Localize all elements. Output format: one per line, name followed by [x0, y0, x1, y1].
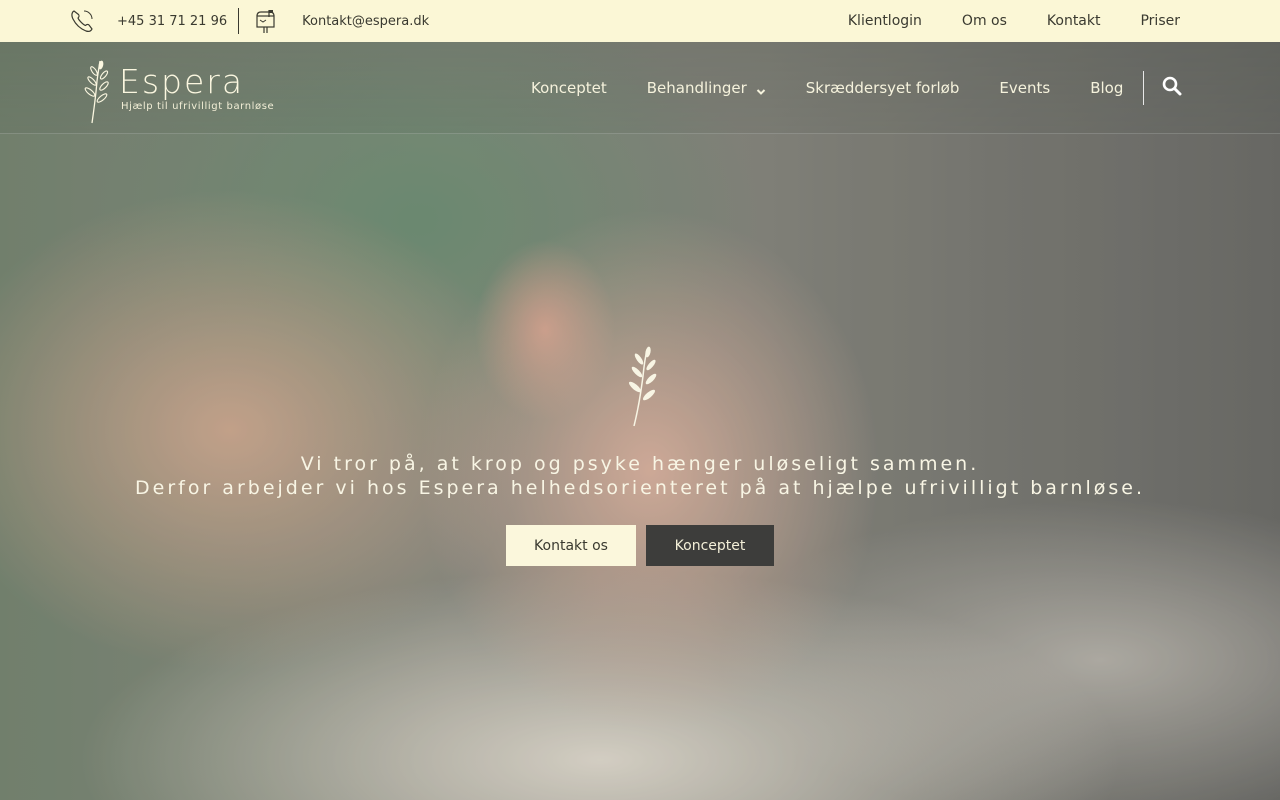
nav-divider [1143, 71, 1145, 105]
link-priser[interactable]: Priser [1140, 13, 1180, 29]
phone-icon [68, 7, 96, 35]
hero-text-line-1: Vi tror på, at krop og psyke hænger uløs… [300, 453, 980, 475]
brand-name: Espera [119, 62, 245, 101]
brand-tagline: Hjælp til ufrivilligt barnløse [121, 101, 275, 112]
link-om-os[interactable]: Om os [962, 13, 1007, 29]
contact-info: +45 31 71 21 96 Kontakt@espera.dk [68, 0, 429, 42]
search-icon [1162, 76, 1182, 100]
nav-item-behandlinger-label: Behandlinger [646, 79, 747, 97]
nav-item-behandlinger[interactable]: Behandlinger [647, 79, 766, 97]
nav-item-blog[interactable]: Blog [1090, 79, 1123, 97]
link-klientlogin[interactable]: Klientlogin [848, 13, 922, 29]
utility-nav: Klientlogin Om os Kontakt Priser [848, 0, 1180, 42]
logo-link[interactable]: Espera Hjælp til ufrivilligt barnløse [80, 59, 274, 129]
link-kontakt[interactable]: Kontakt [1047, 13, 1101, 29]
nav-item-events[interactable]: Events [999, 79, 1050, 97]
leaf-emblem-icon [0, 344, 1280, 430]
main-nav: Konceptet Behandlinger Skræddersyet forl… [531, 42, 1192, 134]
top-bar: +45 31 71 21 96 Kontakt@espera.dk Klient… [0, 0, 1280, 42]
site-header: Espera Hjælp til ufrivilligt barnløse Ko… [0, 42, 1280, 134]
cta-row: Kontakt os Konceptet [0, 525, 1280, 566]
logo-text: Espera Hjælp til ufrivilligt barnløse [119, 62, 275, 113]
concept-button[interactable]: Konceptet [646, 525, 774, 566]
mailbox-icon [252, 7, 280, 35]
nav-item-skraeddersyet-forloeb[interactable]: Skræddersyet forløb [806, 79, 960, 97]
search-button[interactable] [1152, 68, 1192, 108]
chevron-down-icon [756, 83, 766, 95]
hero-content: Vi tror på, at krop og psyke hænger uløs… [0, 344, 1280, 566]
hero-text-line-2: Derfor arbejder vi hos Espera helhedsori… [135, 477, 1145, 499]
leaf-logo-icon [80, 59, 110, 129]
contact-us-button[interactable]: Kontakt os [506, 525, 636, 566]
topbar-divider [238, 8, 240, 34]
nav-item-konceptet[interactable]: Konceptet [531, 79, 607, 97]
email-link[interactable]: Kontakt@espera.dk [302, 14, 429, 29]
phone-link[interactable]: +45 31 71 21 96 [117, 14, 227, 29]
